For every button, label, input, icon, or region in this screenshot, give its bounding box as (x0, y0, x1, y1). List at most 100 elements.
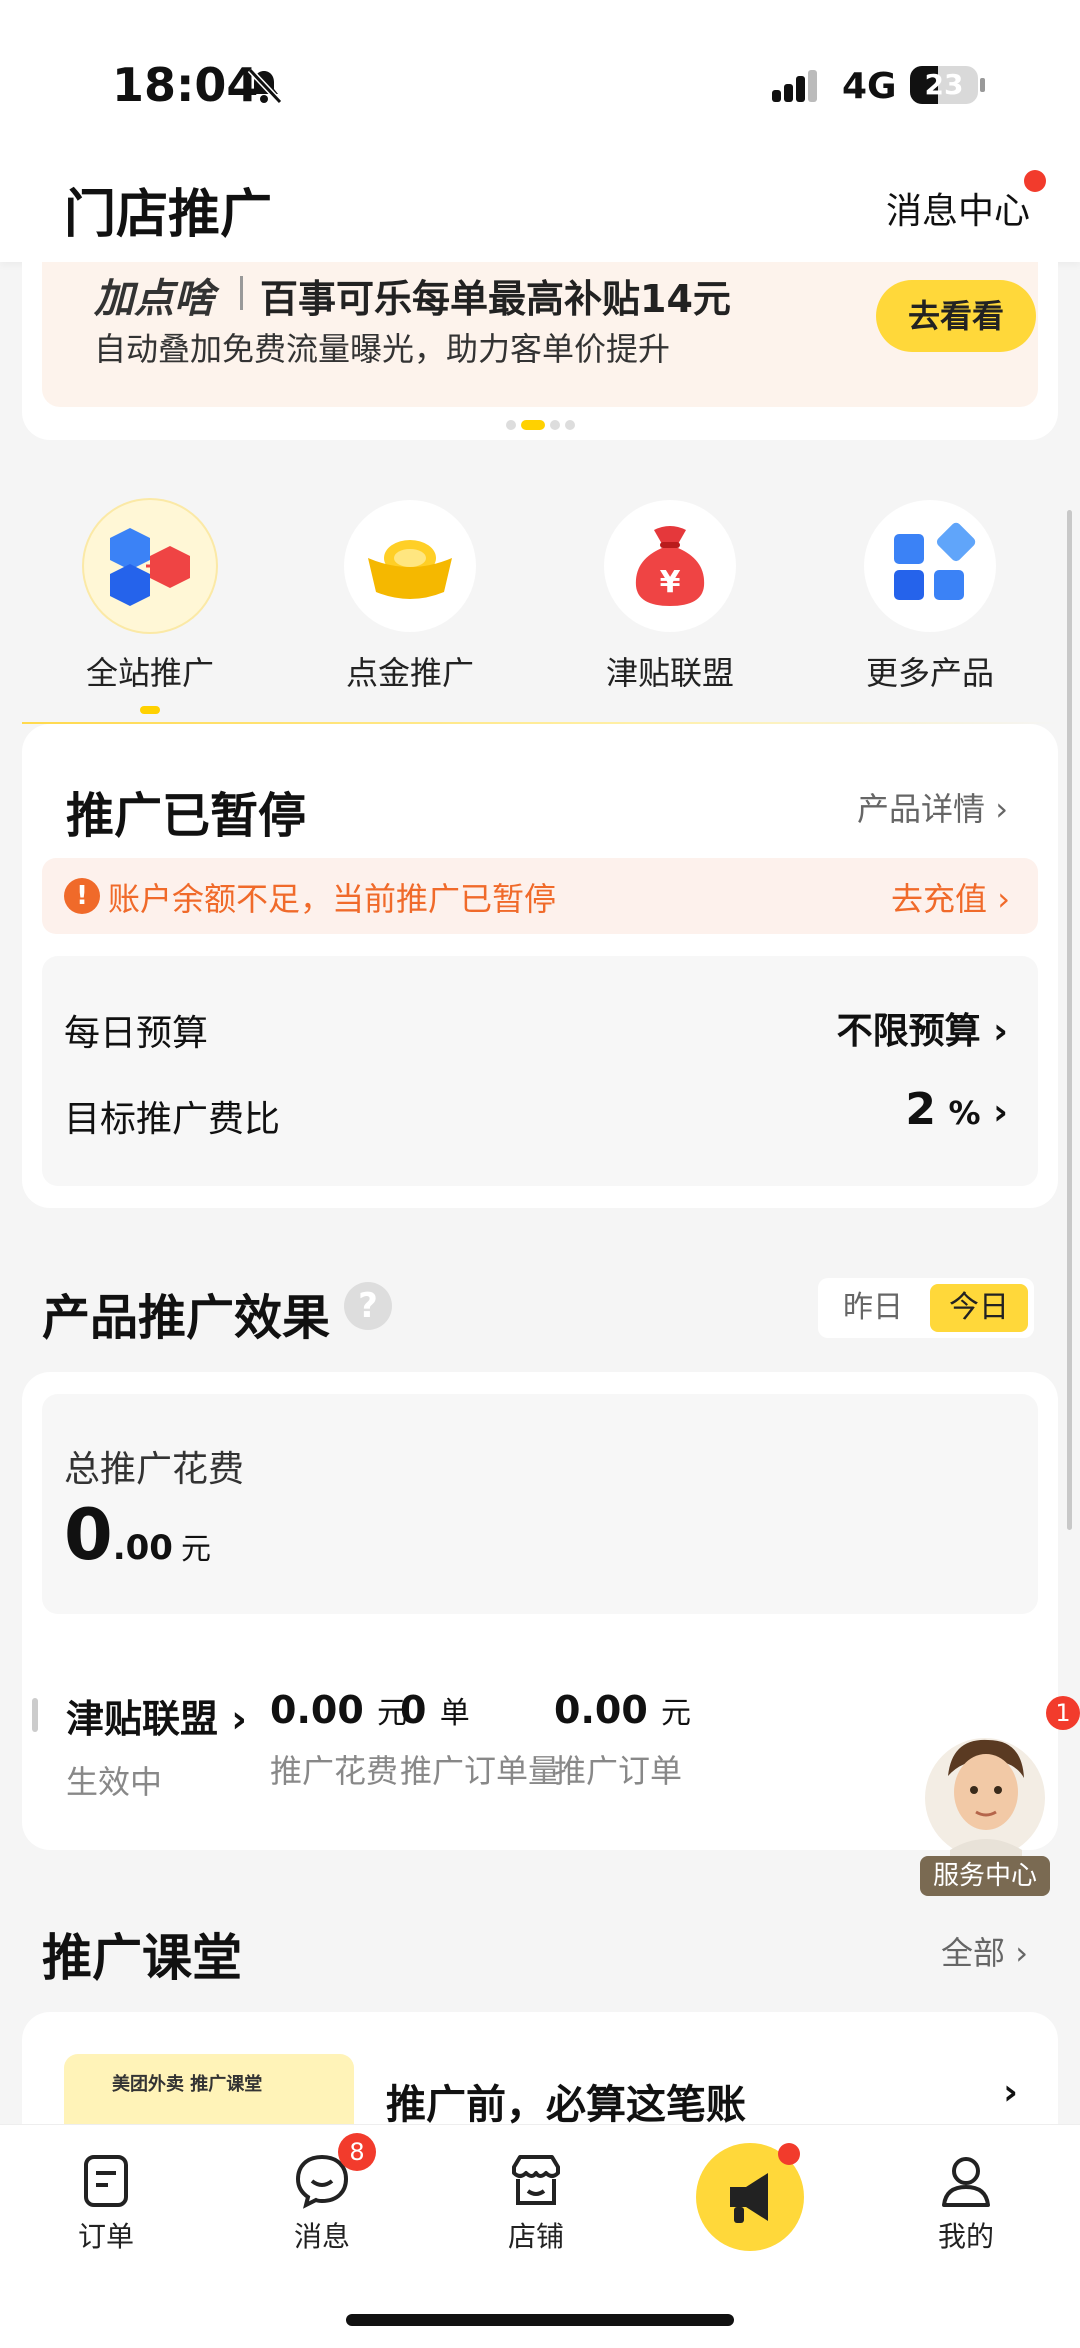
target-ratio-value[interactable]: 2 % › (905, 1084, 1008, 1135)
svg-text:¥: ¥ (660, 565, 681, 600)
allowance-row-name[interactable]: 津贴联盟 › 生效中 (66, 1688, 247, 1803)
effect-section-title: 产品推广效果 (42, 1290, 331, 1346)
tab-yesterday[interactable]: 昨日 (824, 1284, 922, 1332)
service-center-button[interactable]: 服务中心 (918, 1720, 1052, 1898)
banner-card: 加点啥 百事可乐每单最高补贴14元 自动叠加免费流量曝光，助力客单价提升 去看看 (22, 262, 1058, 440)
nav-store[interactable]: 店铺 (476, 2149, 596, 2255)
total-spend-dec: .00 (112, 1528, 173, 1568)
chevron-right-icon: › (1015, 1934, 1028, 1972)
product-tab-gold[interactable]: 点金推广 (310, 500, 510, 694)
network-type: 4G (842, 66, 897, 107)
warning-icon: ! (64, 878, 100, 914)
total-spend-unit: 元 (180, 1532, 211, 1567)
chevron-right-icon: › (993, 1011, 1008, 1052)
allowance-name-text: 津贴联盟 (66, 1697, 219, 1741)
service-center-label: 服务中心 (920, 1856, 1050, 1896)
product-tabs: 全站推广 点金推广 ¥ 津贴联盟 更多产品 (0, 500, 1080, 730)
course-all-label: 全部 (941, 1934, 1006, 1972)
daily-budget-label: 每日预算 (64, 1013, 209, 1054)
product-icon-circle: ¥ (604, 500, 736, 632)
product-tab-label: 全站推广 (85, 654, 214, 692)
stat-label: 推广订单 (554, 1752, 683, 1790)
chevron-right-icon: › (997, 880, 1010, 918)
product-tab-label: 点金推广 (345, 654, 474, 692)
carousel-dot (506, 420, 516, 430)
daily-budget-text: 不限预算 (836, 1011, 981, 1052)
banner-go-button[interactable]: 去看看 (876, 280, 1036, 352)
chevron-right-icon: › (1003, 2072, 1018, 2113)
total-spend-box: 总推广花费 0.00 元 (42, 1394, 1038, 1614)
bell-off-icon (247, 67, 283, 105)
stat-number: 0.00 (554, 1688, 648, 1732)
scrollbar[interactable] (1067, 510, 1072, 1530)
profile-icon (906, 2149, 1026, 2211)
message-center-link[interactable]: 消息中心 (886, 182, 1030, 234)
banner[interactable]: 加点啥 百事可乐每单最高补贴14元 自动叠加免费流量曝光，助力客单价提升 去看看 (42, 262, 1038, 407)
chevron-right-icon: › (995, 790, 1008, 828)
stat-order-amount: 0.00 元 推广订单 (554, 1688, 691, 1792)
nav-label: 消息 (293, 2220, 350, 2253)
product-icon-circle (84, 500, 216, 632)
target-ratio-unit: % (948, 1094, 981, 1132)
carousel-dot (550, 420, 560, 430)
stat-orders: 0 单 推广订单量 (400, 1688, 560, 1792)
stat-label: 推广花费 (270, 1752, 399, 1790)
stat-value: 0.00 元 (554, 1688, 691, 1732)
page-title: 门店推广 (64, 185, 273, 245)
message-badge: 8 (338, 2133, 376, 2171)
active-tab-indicator (140, 706, 160, 714)
recharge-link[interactable]: 去充值 › (891, 874, 1010, 920)
promotion-status-title: 推广已暂停 (66, 788, 307, 844)
tab-today[interactable]: 今日 (930, 1284, 1028, 1332)
carousel-dot (565, 420, 575, 430)
budget-settings: 每日预算 不限预算 › 目标推广费比 2 % › (42, 956, 1038, 1186)
banner-separator (240, 276, 243, 310)
store-icon (476, 2149, 596, 2211)
banner-title: 百事可乐每单最高补贴14元 (260, 277, 731, 321)
grid-icon (894, 522, 976, 600)
chevron-right-icon: › (231, 1697, 247, 1741)
status-bar: 18:04 4G 23 (0, 0, 1080, 150)
allowance-status: 生效中 (66, 1763, 163, 1801)
target-ratio-label: 目标推广费比 (64, 1099, 281, 1140)
nav-label: 店铺 (507, 2220, 564, 2253)
product-tab-label: 津贴联盟 (605, 654, 734, 692)
banner-brand-logo: 加点啥 (94, 276, 214, 322)
promotion-dot (778, 2143, 800, 2165)
stat-label: 推广订单量 (400, 1752, 561, 1790)
target-ratio-number: 2 (905, 1084, 936, 1135)
product-tab-label: 更多产品 (865, 654, 994, 692)
battery-tip (980, 78, 985, 92)
page-header: 门店推广 消息中心 (0, 150, 1080, 262)
product-detail-label: 产品详情 (857, 790, 986, 828)
product-detail-link[interactable]: 产品详情 › (857, 784, 1008, 830)
help-icon[interactable]: ? (344, 1282, 392, 1330)
course-thumb-text: 美团外卖 推广课堂 (112, 2074, 263, 2095)
gold-ingot-icon (368, 540, 452, 599)
product-tab-site-wide[interactable]: 全站推广 (50, 500, 250, 714)
total-spend-label: 总推广花费 (64, 1449, 245, 1490)
daily-budget-value[interactable]: 不限预算 › (837, 1002, 1008, 1054)
recharge-label: 去充值 (891, 880, 988, 918)
order-icon (46, 2149, 166, 2211)
date-segment: 昨日 今日 (818, 1278, 1034, 1338)
row-indicator (32, 1698, 38, 1732)
battery-level: 23 (924, 68, 964, 101)
stat-spend: 0.00 元 推广花费 (270, 1688, 407, 1792)
nav-label: 我的 (937, 2220, 994, 2253)
stat-value: 0 单 (400, 1688, 560, 1732)
nav-orders[interactable]: 订单 (46, 2149, 166, 2255)
nav-profile[interactable]: 我的 (906, 2149, 1026, 2255)
course-all-link[interactable]: 全部 › (941, 1928, 1028, 1974)
home-indicator (346, 2314, 734, 2326)
product-icon-circle (344, 500, 476, 632)
cubes-icon (110, 528, 190, 606)
product-tab-more[interactable]: 更多产品 (830, 500, 1030, 694)
stat-number: 0 (400, 1688, 427, 1732)
stat-unit: 元 (661, 1696, 691, 1731)
assistant-avatar-icon (925, 1738, 1045, 1866)
allowance-name: 津贴联盟 › (66, 1688, 247, 1743)
carousel-dot-active (521, 420, 545, 430)
nav-label: 订单 (77, 2220, 134, 2253)
product-tab-allowance[interactable]: ¥ 津贴联盟 (570, 500, 770, 694)
